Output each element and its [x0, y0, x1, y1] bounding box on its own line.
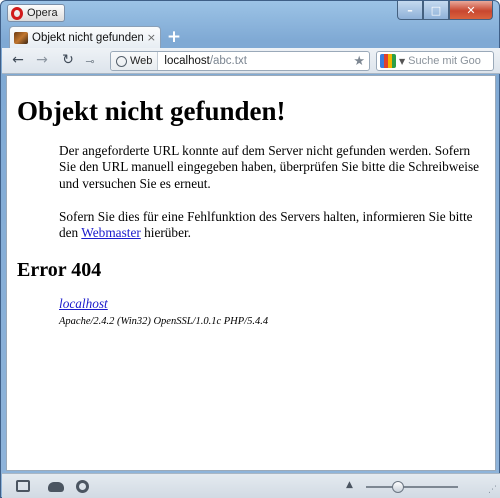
panel-toggle-icon[interactable] [16, 480, 30, 492]
navigation-toolbar: ← → ↻ ⊸ Web localhost/abc.txt ★ ▼ Suche … [2, 48, 500, 74]
web-badge-label: Web [130, 55, 153, 67]
back-arrow-icon[interactable]: ← [9, 52, 27, 68]
maximize-button[interactable]: □ [423, 1, 449, 20]
forward-arrow-icon[interactable]: → [33, 52, 51, 68]
opera-menu-label: Opera [27, 7, 58, 19]
bookmark-star-icon[interactable]: ★ [353, 54, 369, 69]
server-address-block: localhost Apache/2.4.2 (Win32) OpenSSL/1… [59, 296, 268, 330]
address-url[interactable]: localhost/abc.txt [158, 55, 353, 67]
opera-menu-button[interactable]: Opera [7, 4, 65, 22]
turbo-icon[interactable] [76, 480, 89, 493]
webmaster-link[interactable]: Webmaster [81, 225, 140, 240]
tab-title: Objekt nicht gefunden! [32, 31, 143, 44]
window-controls: – □ ✕ [397, 1, 493, 20]
resize-grip-icon[interactable]: ⋰ [488, 485, 497, 495]
globe-icon [116, 55, 127, 67]
tab-objekt-nicht-gefunden[interactable]: Objekt nicht gefunden! × [9, 26, 161, 48]
zoom-slider-thumb[interactable] [392, 481, 405, 493]
minimize-button[interactable]: – [397, 1, 423, 20]
localhost-link[interactable]: localhost [59, 296, 108, 311]
webmaster-paragraph: Sofern Sie dies für eine Fehlfunktion de… [59, 209, 489, 242]
page-viewport: Objekt nicht gefunden! Der angeforderte … [6, 75, 496, 471]
error-code-heading: Error 404 [17, 259, 102, 281]
search-field[interactable]: ▼ Suche mit Goo [376, 51, 494, 71]
server-signature: Apache/2.4.2 (Win32) OpenSSL/1.0.1c PHP/… [59, 316, 269, 327]
webmaster-paragraph-end: hierüber. [140, 225, 191, 241]
opera-logo-icon [11, 6, 23, 20]
page-title: Objekt nicht gefunden! [17, 96, 286, 126]
url-path: /abc.txt [209, 55, 247, 67]
new-tab-button[interactable]: + [165, 27, 183, 47]
zoom-caret-icon[interactable]: ▲ [346, 480, 353, 490]
favicon-icon [14, 31, 28, 44]
zoom-slider-track[interactable] [366, 486, 458, 488]
search-engine-dropdown-icon[interactable]: ▼ [399, 57, 405, 66]
key-icon[interactable]: ⊸ [81, 55, 99, 68]
opera-link-icon[interactable] [48, 482, 64, 492]
status-bar: ▲ ⋰ [2, 473, 500, 498]
search-placeholder[interactable]: Suche mit Goo [408, 55, 481, 67]
browser-window: Opera – □ ✕ Objekt nicht gefunden! × + ←… [0, 0, 500, 498]
address-bar[interactable]: Web localhost/abc.txt ★ [110, 51, 370, 71]
reload-icon[interactable]: ↻ [59, 52, 77, 68]
google-search-engine-icon[interactable] [380, 54, 396, 68]
close-window-button[interactable]: ✕ [449, 1, 493, 20]
error-paragraph: Der angeforderte URL konnte auf dem Serv… [59, 143, 480, 191]
url-host: localhost [164, 55, 210, 67]
web-badge[interactable]: Web [111, 52, 159, 70]
tab-close-icon[interactable]: × [147, 31, 156, 44]
